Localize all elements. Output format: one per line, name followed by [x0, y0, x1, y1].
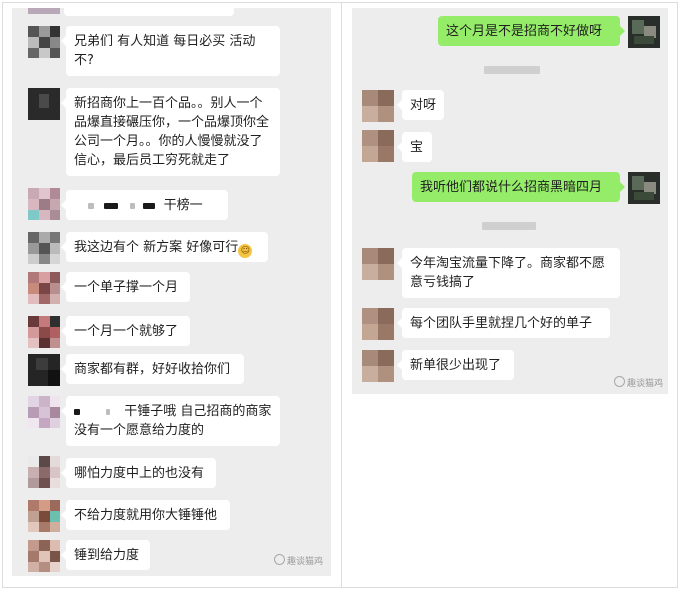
message-bubble[interactable]: 宝 [397, 132, 432, 162]
message-text: 干榜一 [163, 198, 203, 213]
right-chat-screenshot: 这个月是不是招商不好做呀 对呀 宝 我听他们都说什么招商黑暗四月 今年淘宝流量下… [352, 8, 668, 394]
avatar[interactable] [362, 248, 394, 280]
message-text: 每个团队手里就捏几个好的单子 [410, 316, 593, 331]
message-text: 新单很少出现了 [410, 358, 502, 373]
message-bubble[interactable]: 我听他们都说什么招商黑暗四月 [412, 172, 625, 202]
avatar [28, 8, 60, 26]
redacted-text [74, 408, 80, 415]
message-bubble[interactable]: 一个月一个就够了 [61, 316, 190, 346]
avatar[interactable] [28, 188, 60, 220]
avatar[interactable] [28, 540, 60, 572]
message-bubble[interactable]: 新单很少出现了 [397, 350, 514, 380]
message-bubble[interactable]: 这个月是不是招商不好做呀 [438, 16, 625, 46]
message-bubble[interactable]: 干榜一 [61, 190, 228, 220]
message-bubble[interactable]: 新招商你上一百个品。。别人一个品爆直接碾压你，一个品爆顶你全公司一个月。。你的人… [61, 88, 280, 176]
message-bubble[interactable]: 今年淘宝流量下降了。商家都不愿意亏钱搞了 [397, 248, 620, 298]
redacted-text [88, 202, 94, 209]
message-text: 我这边有个 新方案 好像可行 [74, 240, 239, 255]
redacted-text [104, 202, 119, 209]
message-text: 没有一个愿意给力度的 [74, 423, 205, 438]
redacted-text [143, 202, 156, 209]
avatar[interactable] [28, 232, 60, 264]
self-avatar[interactable] [628, 16, 660, 48]
avatar[interactable] [28, 456, 60, 488]
message-bubble[interactable]: 兄弟们 有人知道 每日必买 活动不? [61, 26, 280, 76]
redacted-text [130, 202, 136, 209]
avatar[interactable] [28, 354, 60, 386]
avatar[interactable] [362, 90, 394, 122]
message-text: 我听他们都说什么招商黑暗四月 [420, 180, 603, 195]
message-text: 对呀 [410, 98, 437, 113]
message-text: 干锤子哦 自己招商的商家 [124, 404, 272, 419]
left-chat-screenshot: 兄弟们 有人知道 每日必买 活动不? 新招商你上一百个品。。别人一个品爆直接碾压… [12, 8, 331, 576]
message-bubble[interactable]: 锤到给力度 [61, 540, 150, 570]
message-bubble[interactable]: 我这边有个 新方案 好像可行 ☺ [61, 232, 268, 262]
avatar[interactable] [362, 130, 394, 162]
avatar[interactable] [28, 316, 60, 348]
watermark-text: 趣谈猫鸡 [627, 379, 664, 389]
message-text: 新招商你上一百个品。。别人一个品爆直接碾压你，一个品爆顶你全公司一个月。。你的人… [74, 96, 270, 168]
avatar[interactable] [362, 350, 394, 382]
message-text: 一个月一个就够了 [74, 324, 179, 339]
timestamp-blurred [484, 66, 540, 74]
message-bubble[interactable]: 对呀 [397, 90, 444, 120]
self-avatar[interactable] [628, 172, 660, 204]
timestamp-blurred [482, 222, 536, 230]
watermark: 趣谈猫鸡 [274, 554, 323, 567]
message-text: 宝 [410, 140, 424, 155]
message-text: 商家都有群，好好收拾你们 [74, 362, 231, 377]
laughing-emoji-icon: ☺ [238, 244, 253, 258]
message-text: 一个单子撑一个月 [74, 280, 179, 295]
avatar[interactable] [28, 500, 60, 532]
message-bubble[interactable]: 干锤子哦 自己招商的商家 没有一个愿意给力度的 [61, 396, 280, 446]
panel-divider [341, 2, 342, 588]
avatar[interactable] [28, 272, 60, 304]
watermark-logo-icon [274, 554, 285, 565]
message-bubble[interactable]: 不给力度就用你大锤锤他 [61, 500, 230, 530]
message-bubble[interactable]: 一个单子撑一个月 [61, 272, 190, 302]
message-bubble[interactable]: 商家都有群，好好收拾你们 [61, 354, 244, 384]
message-text: 这个月是不是招商不好做呀 [446, 24, 603, 39]
message-text: 兄弟们 有人知道 每日必买 活动不? [74, 34, 256, 68]
redacted-text [106, 408, 111, 415]
avatar[interactable] [362, 308, 394, 340]
message-text: 哪怕力度中上的也没有 [74, 466, 205, 481]
avatar[interactable] [28, 88, 60, 120]
message-text: 今年淘宝流量下降了。商家都不愿意亏钱搞了 [410, 256, 606, 290]
partial-message-bubble [64, 8, 234, 16]
watermark-text: 趣谈猫鸡 [287, 557, 324, 567]
message-bubble[interactable]: 哪怕力度中上的也没有 [61, 458, 216, 488]
avatar[interactable] [28, 26, 60, 58]
message-text: 不给力度就用你大锤锤他 [74, 508, 218, 523]
avatar[interactable] [28, 396, 60, 428]
message-text: 锤到给力度 [74, 548, 140, 563]
watermark-logo-icon [614, 376, 625, 387]
message-bubble[interactable]: 每个团队手里就捏几个好的单子 [397, 308, 610, 338]
watermark: 趣谈猫鸡 [614, 376, 663, 389]
